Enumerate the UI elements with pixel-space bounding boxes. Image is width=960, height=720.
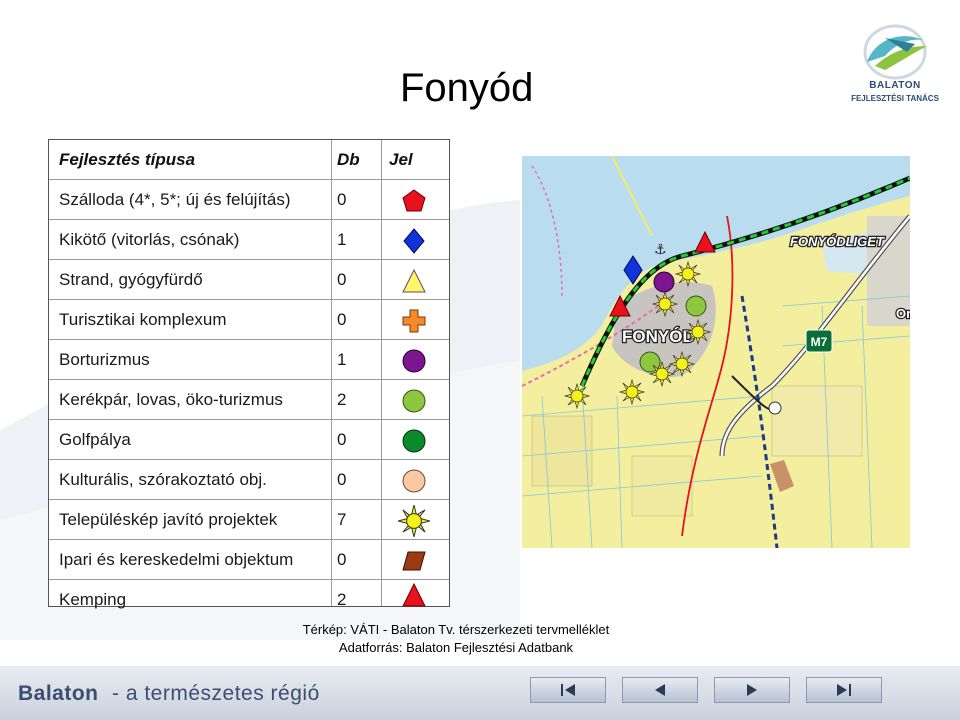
back-button[interactable] (714, 677, 790, 703)
row-label: Szálloda (4*, 5*; új és felújítás) (59, 190, 291, 209)
row-count: 2 (337, 590, 347, 609)
map-label-district: FONYÓDLIGET (790, 234, 885, 249)
header-symbol: Jel (389, 150, 413, 169)
light-green-circle-icon (402, 389, 426, 413)
footer-bar: Balaton - a természetes régió (0, 664, 960, 720)
legend-row: Kikötő (vitorlás, csónak) 1 (49, 220, 449, 260)
legend-header-row: Fejlesztés típusa Db Jel (49, 140, 449, 180)
row-label: Ipari és kereskedelmi objektum (59, 550, 294, 569)
legend-row: Ipari és kereskedelmi objektum 0 (49, 540, 449, 580)
sun-marker-icon (684, 318, 712, 346)
row-label: Borturizmus (59, 350, 150, 369)
red-triangle-icon (402, 582, 426, 607)
row-count: 0 (337, 470, 347, 489)
row-count: 0 (337, 270, 347, 289)
legend-row: Borturizmus 1 (49, 340, 449, 380)
footer-slogan: - a természetes régió (112, 682, 320, 705)
sun-icon (398, 505, 430, 537)
map-label-town: FONYÓD (622, 327, 695, 346)
row-label: Kerékpár, lovas, öko-turizmus (59, 390, 283, 409)
row-label: Strand, gyógyfürdő (59, 270, 203, 289)
row-count: 1 (337, 350, 347, 369)
logo-text-line2: FEJLESZTÉSI TANÁCS (851, 94, 939, 103)
wine-marker-icon (653, 271, 675, 293)
footer-brand: Balaton (18, 682, 99, 705)
logo-emblem-icon (863, 24, 927, 80)
previous-icon (655, 684, 665, 696)
yellow-triangle-icon (402, 268, 426, 293)
legend-row: Kerékpár, lovas, öko-turizmus 2 (49, 380, 449, 420)
row-count: 0 (337, 430, 347, 449)
legend-row: Kemping 2 (49, 580, 449, 609)
balaton-logo: BALATON FEJLESZTÉSI TANÁCS (845, 22, 945, 112)
map-label-edge: Or (896, 306, 910, 321)
row-count: 7 (337, 510, 347, 529)
purple-circle-icon (402, 349, 426, 373)
dark-green-circle-icon (402, 429, 426, 453)
map-label-road: M7 (811, 335, 828, 349)
first-slide-button[interactable] (530, 677, 606, 703)
row-label: Turisztikai komplexum (59, 310, 227, 329)
sun-marker-icon (668, 350, 696, 378)
sun-marker-icon (674, 260, 702, 288)
fonyod-map: M7 FONYÓD FONYÓDLIGET Or ⚓ (522, 156, 910, 548)
row-label: Településkép javító projektek (59, 510, 278, 529)
row-count: 2 (337, 390, 347, 409)
first-icon (561, 684, 575, 696)
data-source-caption: Adatforrás: Balaton Fejlesztési Adatbank (338, 640, 574, 655)
sun-marker-icon (563, 382, 591, 410)
header-type: Fejlesztés típusa (59, 150, 196, 169)
sun-marker-icon (651, 290, 679, 318)
page-title: Fonyód (400, 66, 534, 110)
blue-diamond-icon (403, 228, 425, 254)
last-icon (837, 684, 851, 696)
previous-slide-button[interactable] (622, 677, 698, 703)
row-label: Kemping (59, 590, 127, 609)
peach-circle-icon (402, 469, 426, 493)
row-count: 0 (337, 550, 347, 569)
row-label: Kikötő (vitorlás, csónak) (59, 230, 240, 249)
legend-row: Településkép javító projektek 7 (49, 500, 449, 540)
legend-table: Fejlesztés típusa Db Jel Szálloda (4*, 5… (48, 139, 450, 609)
brown-parallelogram-icon (402, 551, 426, 571)
row-count: 0 (337, 310, 347, 329)
legend-row: Szálloda (4*, 5*; új és felújítás) 0 (49, 180, 449, 220)
back-icon (747, 684, 757, 696)
logo-text-line1: BALATON (869, 80, 921, 91)
anchor-icon: ⚓ (654, 242, 667, 258)
row-count: 1 (337, 230, 347, 249)
red-pentagon-icon (402, 189, 426, 212)
legend-row: Strand, gyógyfürdő 0 (49, 260, 449, 300)
last-slide-button[interactable] (806, 677, 882, 703)
row-count: 0 (337, 190, 347, 209)
sun-marker-icon (618, 378, 646, 406)
row-label: Golfpálya (59, 430, 131, 449)
legend-row: Kulturális, szórakoztató obj. 0 (49, 460, 449, 500)
legend-row: Turisztikai komplexum 0 (49, 300, 449, 340)
header-count: Db (337, 150, 360, 169)
orange-cross-icon (402, 309, 426, 333)
bike-marker-icon (685, 295, 707, 317)
legend-row: Golfpálya 0 (49, 420, 449, 460)
map-source-caption: Térkép: VÁTI - Balaton Tv. térszerkezeti… (302, 622, 610, 637)
row-label: Kulturális, szórakoztató obj. (59, 470, 267, 489)
sun-marker-icon (648, 360, 676, 388)
